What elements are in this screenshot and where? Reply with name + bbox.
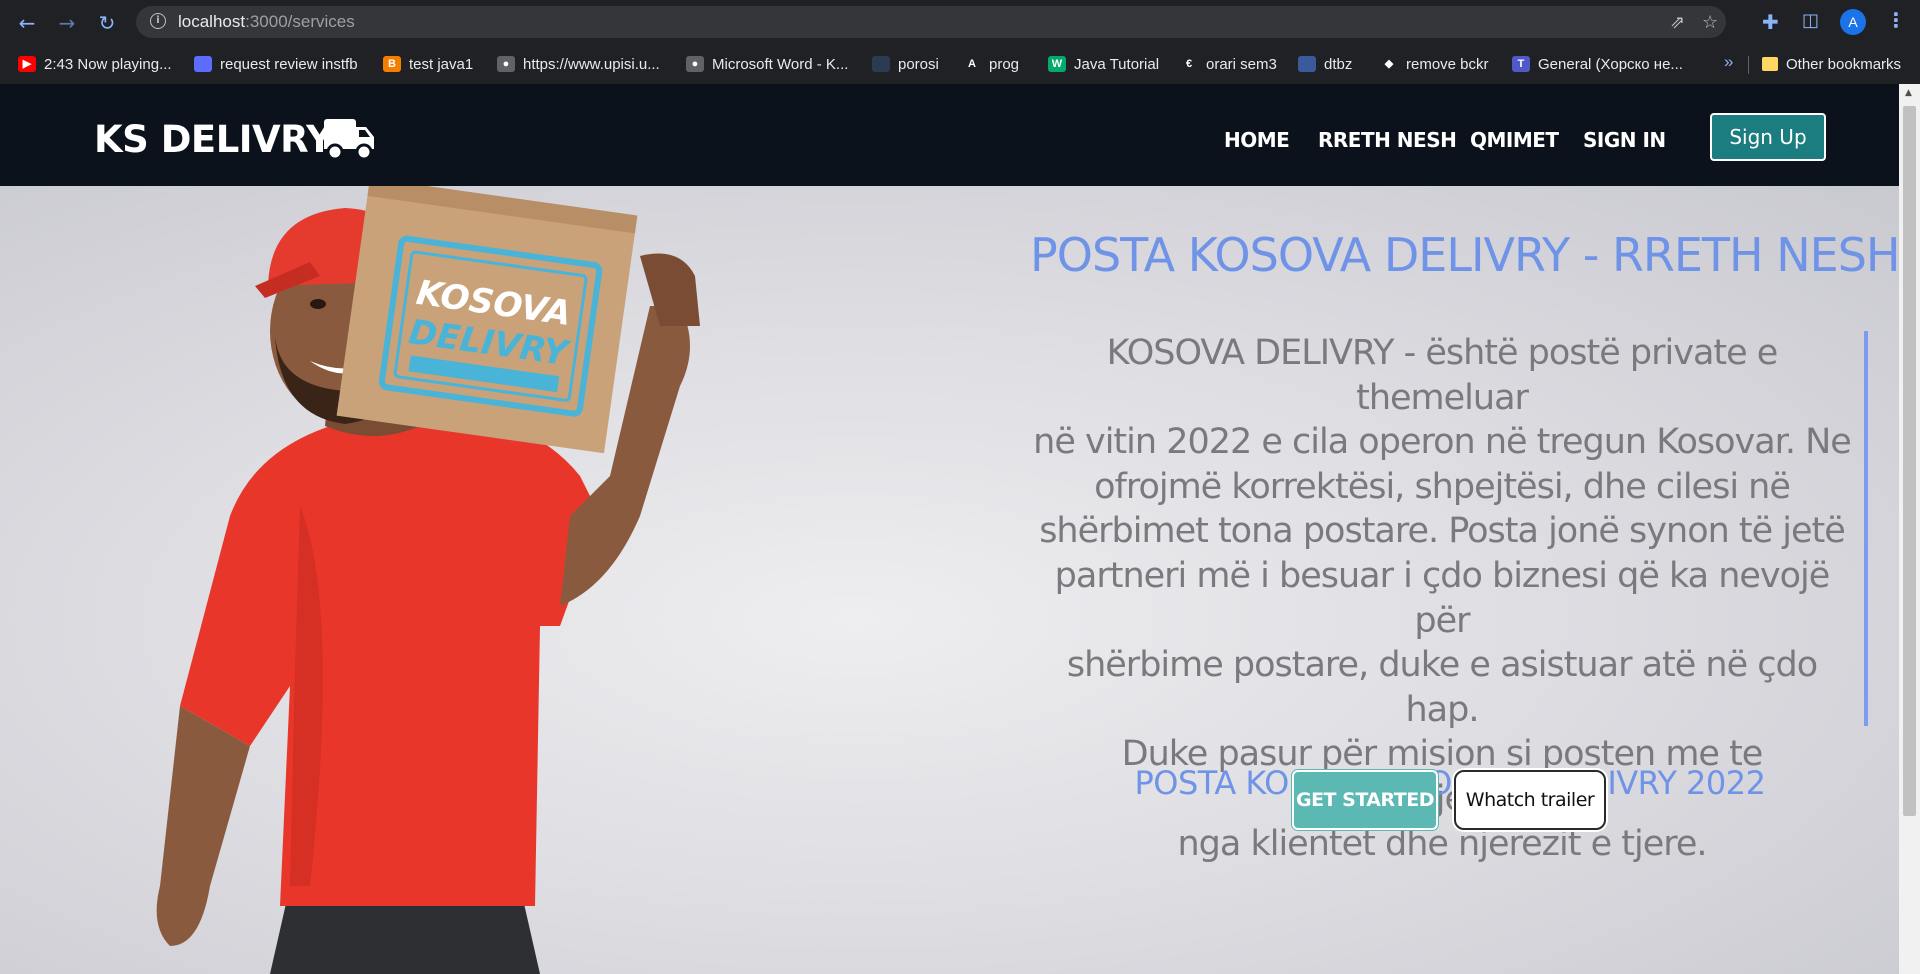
bookmark-star-icon[interactable]: ☆ (1702, 12, 1718, 33)
site-icon (1298, 56, 1316, 72)
layers-icon: ◆ (1380, 56, 1398, 72)
bookmark-label: Microsoft Word - K... (712, 55, 849, 73)
youtube-icon: ▶ (18, 56, 36, 72)
profile-avatar[interactable]: A (1840, 9, 1866, 35)
bookmark-label: prog (989, 55, 1020, 73)
side-panel-icon[interactable]: ◫ (1802, 10, 1819, 31)
get-started-button[interactable]: GET STARTED (1292, 770, 1438, 830)
globe-icon: ● (686, 56, 704, 72)
paragraph-line: në vitin 2022 e cila operon në tregun Ko… (1033, 422, 1852, 463)
bookmarks-bar: » Other bookmarks ▶ 2:43 Now playing... re… (0, 44, 1920, 84)
bookmark-label: Java Tutorial (1074, 55, 1160, 73)
page-scrollbar[interactable]: ▲ (1899, 84, 1920, 974)
bookmark-item[interactable]: dtbz (1298, 54, 1352, 74)
paragraph-line: nga klientet dhe njerezit e tjere. (1177, 823, 1707, 864)
bookmark-label: dtbz (1324, 55, 1353, 73)
forward-arrow-icon[interactable]: → (54, 10, 80, 36)
bookmark-item[interactable]: ◆ remove bckr (1380, 54, 1489, 74)
es-icon: € (1180, 56, 1198, 72)
w3schools-icon: W (1048, 56, 1066, 72)
paragraph-line: KOSOVA DELIVRY - është postë private e t… (1106, 333, 1779, 418)
page-viewport: KS DELIVRY HOME RRETH NESH QMIMET SIGN I… (0, 84, 1899, 974)
bookmark-item[interactable]: Btest java1 (383, 54, 473, 74)
site-navbar: KS DELIVRY HOME RRETH NESH QMIMET SIGN I… (0, 84, 1899, 186)
scroll-thumb[interactable] (1903, 106, 1916, 816)
bookmark-item[interactable]: Aprog (963, 54, 1019, 74)
bookmark-label: General (Хорско не... (1538, 55, 1683, 73)
reload-icon[interactable]: ↻ (94, 10, 120, 36)
bookmark-item[interactable]: ● Microsoft Word - K... (686, 54, 848, 74)
nav-home[interactable]: HOME (1224, 128, 1290, 152)
bookmark-label: 2:43 Now playing... (44, 55, 172, 73)
brand-logo-text[interactable]: KS DELIVRY (94, 118, 333, 161)
bookmark-item[interactable]: T General (Хорско не... (1512, 54, 1683, 74)
hero-paragraph: KOSOVA DELIVRY - është postë private e t… (1030, 331, 1868, 864)
address-bar[interactable]: i localhost:3000/services ⇗ ☆ (136, 6, 1726, 38)
bookmark-label: orari sem3 (1206, 55, 1277, 73)
bookmark-label: porosi (898, 55, 939, 73)
nav-rreth-nesh[interactable]: RRETH NESH (1318, 128, 1457, 152)
nav-qmimet[interactable]: QMIMET (1470, 128, 1559, 152)
globe-icon: ● (497, 56, 515, 72)
hero-section: KOSOVA DELIVRY POSTA KOSOVA DELIVRY - RR… (0, 186, 1899, 974)
blogger-icon: B (383, 56, 401, 72)
watch-trailer-button[interactable]: Whatch trailer (1454, 770, 1606, 830)
paragraph-line: partneri më i besuar i çdo biznesi që ka… (1054, 555, 1831, 641)
browser-toolbar: ← → ↻ i localhost:3000/services ⇗ ☆ ✚ ◫ … (0, 0, 1920, 44)
scroll-up-arrow-icon[interactable]: ▲ (1905, 88, 1912, 98)
paragraph-line: shërbime postare, duke e asistuar atë në… (1066, 645, 1818, 730)
delivery-person-image: KOSOVA DELIVRY (156, 186, 700, 974)
browser-menu-icon[interactable]: ⋮ (1886, 8, 1906, 32)
bookmark-item[interactable]: porosi (872, 54, 939, 74)
bookmarks-divider (1748, 56, 1749, 74)
other-bookmarks-label: Other bookmarks (1786, 55, 1902, 73)
angular-icon: A (963, 56, 981, 72)
more-bookmarks-chevron-icon[interactable]: » (1724, 52, 1733, 72)
bookmark-item[interactable]: ● https://www.upisi.u... (497, 54, 660, 74)
paragraph-line: shërbimet tona postare. Posta jonë synon… (1039, 511, 1846, 552)
bookmark-item[interactable]: request review instfb (194, 54, 358, 74)
share-icon[interactable]: ⇗ (1670, 12, 1685, 33)
bookmark-label: remove bckr (1406, 55, 1489, 73)
bookmark-label: test java1 (409, 55, 474, 73)
back-arrow-icon[interactable]: ← (14, 10, 40, 36)
url-text[interactable]: localhost:3000/services (178, 12, 355, 32)
teams-icon: T (1512, 56, 1530, 72)
bookmark-item[interactable]: € orari sem3 (1180, 54, 1277, 74)
folder-icon (1762, 57, 1778, 71)
other-bookmarks[interactable]: Other bookmarks (1762, 54, 1901, 74)
paragraph-line: ofrojmë korrektësi, shpejtësi, dhe ciles… (1094, 466, 1791, 507)
site-icon (194, 56, 212, 72)
bookmark-item[interactable]: ▶ 2:43 Now playing... (18, 54, 172, 74)
bookmark-label: https://www.upisi.u... (523, 55, 660, 73)
truck-icon (324, 119, 374, 161)
nav-sign-in[interactable]: SIGN IN (1583, 128, 1666, 152)
bookmark-label: request review instfb (220, 55, 358, 73)
sign-up-button[interactable]: Sign Up (1710, 113, 1826, 161)
bookmark-item[interactable]: W Java Tutorial (1048, 54, 1159, 74)
site-icon (872, 56, 890, 72)
site-info-icon[interactable]: i (150, 13, 166, 29)
hero-title: POSTA KOSOVA DELIVRY - RRETH NESH (1030, 228, 1899, 282)
hero-subtitle: POSTA KOSOVA – KOSOVA DELIVRY 2022 (1134, 764, 1766, 802)
extensions-puzzle-icon[interactable]: ✚ (1762, 10, 1779, 34)
